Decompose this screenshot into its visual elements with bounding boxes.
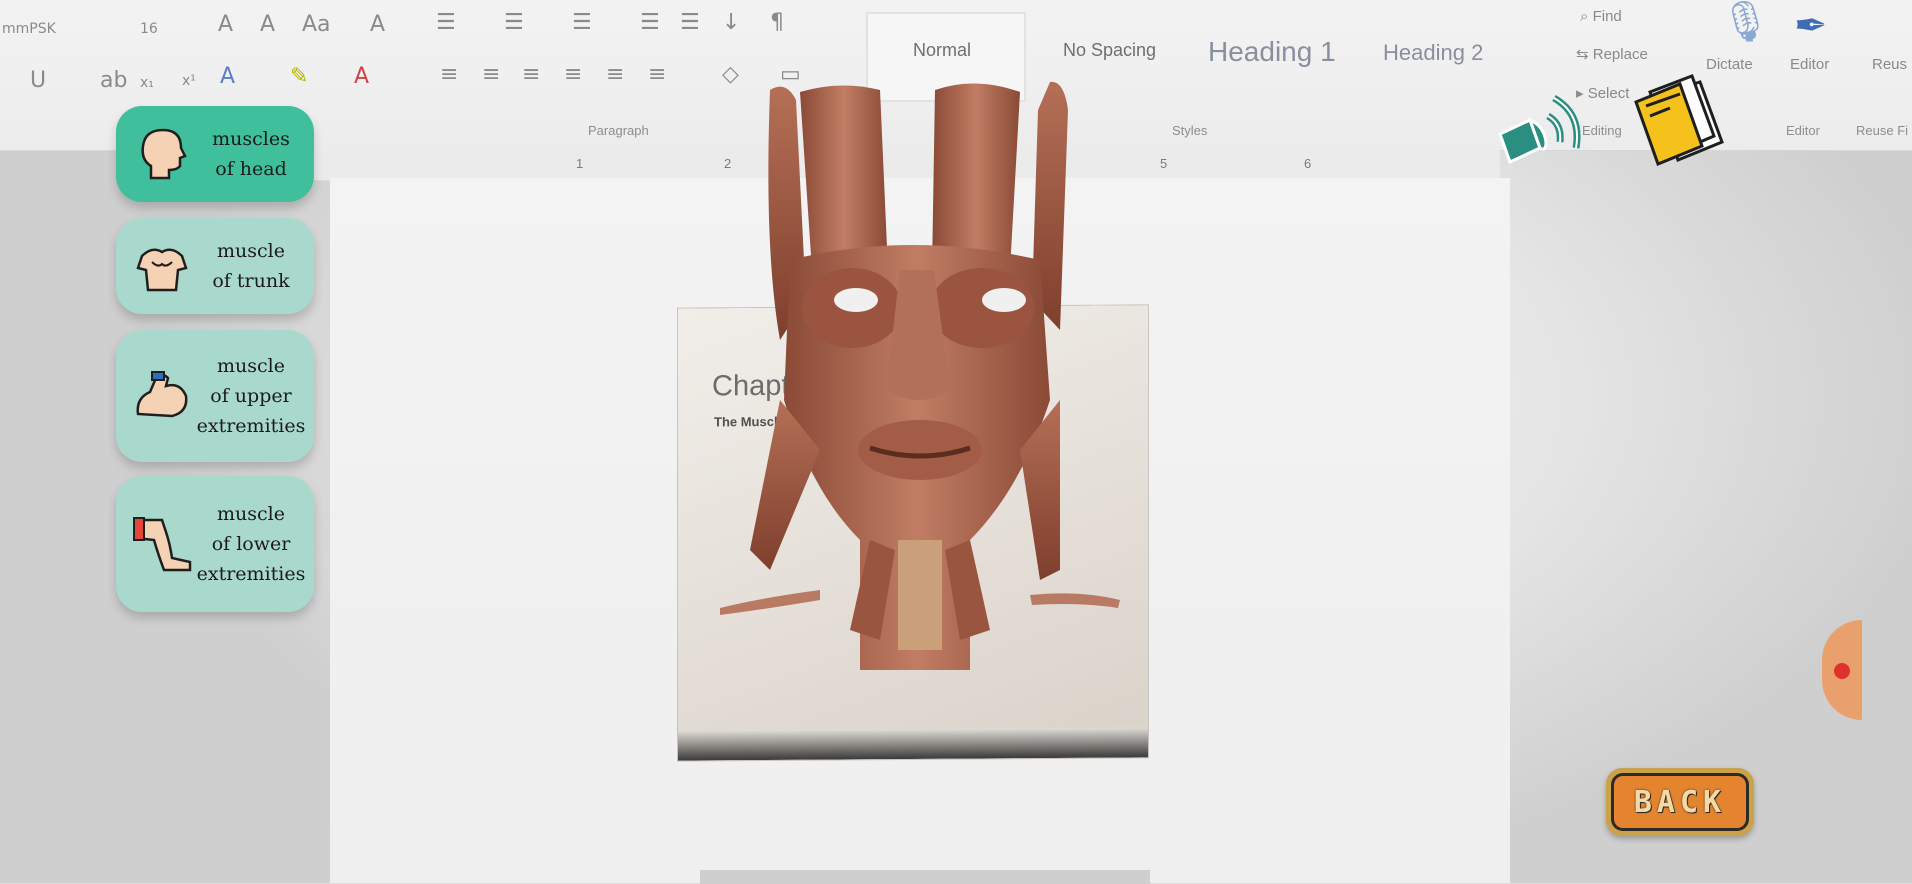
align-right-icon: ≡: [522, 62, 541, 87]
style-normal: Normal: [913, 40, 972, 60]
menu-muscle-of-trunk[interactable]: muscle of trunk: [116, 218, 314, 314]
font-color-icon: A: [354, 64, 370, 89]
target-shadow: [678, 727, 1148, 761]
right-eye-socket: [982, 288, 1026, 312]
paragraph-group-label: Paragraph: [588, 123, 649, 138]
menu-label-line1: muscle: [217, 503, 285, 525]
menu-label: muscle of trunk: [194, 236, 314, 296]
ruler-number: 5: [1160, 156, 1168, 171]
sort-icon: ↓: [722, 10, 741, 35]
menu-muscles-of-head[interactable]: muscles of head: [116, 106, 314, 202]
shrink-font-icon: A: [260, 12, 276, 37]
menu-label-line3: extremities: [196, 563, 306, 585]
menu-label-line2: of trunk: [212, 270, 290, 292]
menu-label: muscle of upper extremities: [194, 351, 314, 441]
menu-muscle-of-lower-extremities[interactable]: muscle of lower extremities: [116, 476, 314, 612]
show-formatting-icon: ¶: [770, 10, 784, 35]
grow-font-icon: A: [218, 12, 234, 37]
leg-icon: [130, 512, 194, 576]
replace-label: ⇆ Replace: [1576, 46, 1648, 63]
next-page-edge: [700, 870, 1150, 884]
head-icon: [130, 122, 194, 186]
justify-icon: ≡: [564, 62, 583, 87]
increase-indent-icon: ☰: [680, 10, 700, 35]
style-no-spacing: No Spacing: [1063, 40, 1157, 60]
book-icon: [1634, 74, 1724, 166]
editor-pen-icon: ✒: [1794, 3, 1828, 49]
microphone-icon: 🎙: [1720, 0, 1771, 45]
ruler-number: 6: [1304, 156, 1312, 171]
speaker-sound-icon: [1498, 94, 1581, 165]
subscript-icon: x₁: [140, 75, 154, 91]
strikethrough-icon: ab: [100, 68, 128, 93]
styles-group-label: Styles: [1172, 123, 1208, 138]
change-case-icon: Aa: [302, 12, 331, 37]
line-spacing-icon: ≡: [648, 62, 667, 87]
menu-label: muscles of head: [194, 124, 314, 184]
arm-icon: [130, 364, 194, 428]
torso-icon: [130, 234, 194, 298]
record-dot-icon: [1834, 663, 1850, 679]
ruler-number: 1: [576, 156, 584, 171]
editor-group-label: Editor: [1786, 123, 1820, 138]
menu-label-line2: of upper: [210, 385, 292, 407]
multilevel-list-icon: ☰: [572, 10, 592, 35]
font-name-box: mmPSK: [2, 21, 56, 37]
left-neck-strand: [720, 590, 820, 615]
menu-label-line2: of head: [215, 158, 287, 180]
reuse-group-label: Reuse Fi: [1856, 123, 1909, 138]
clear-formatting-icon: A: [370, 12, 386, 37]
distributed-icon: ≡: [606, 62, 625, 87]
highlight-icon: ✎: [290, 64, 309, 89]
align-center-icon: ≡: [482, 62, 501, 87]
replace-text: Replace: [1592, 46, 1648, 63]
find-label: ⌕ Find: [1580, 8, 1622, 25]
menu-label-line2: of lower: [211, 533, 291, 555]
menu-label-line1: muscle: [217, 355, 285, 377]
head-muscle-3d-model[interactable]: [720, 70, 1140, 700]
menu-label-line1: muscles: [212, 128, 290, 150]
style-heading-1: Heading 1: [1208, 36, 1336, 67]
underline-icon: U: [30, 68, 47, 93]
menu-label-line1: muscle: [217, 240, 285, 262]
back-button-label: BACK: [1633, 784, 1727, 820]
back-button-face: BACK: [1611, 773, 1749, 831]
numbering-icon: ☰: [504, 10, 524, 35]
font-size-box: 16: [140, 21, 158, 37]
align-left-icon: ≡: [440, 62, 459, 87]
menu-muscle-of-upper-extremities[interactable]: muscle of upper extremities: [116, 330, 314, 462]
menu-label: muscle of lower extremities: [194, 499, 314, 589]
dictate-label: Dictate: [1706, 56, 1753, 73]
text-effects-icon: A: [220, 64, 236, 89]
reuse-files-label: Reus Fil: [1872, 56, 1912, 73]
book-button[interactable]: [1630, 72, 1728, 172]
superscript-icon: x¹: [182, 73, 196, 89]
back-button[interactable]: BACK: [1606, 768, 1754, 836]
editor-label: Editor: [1790, 56, 1830, 73]
bullets-icon: ☰: [436, 10, 456, 35]
menu-label-line3: extremities: [196, 415, 306, 437]
decrease-indent-icon: ☰: [640, 10, 660, 35]
left-eye-socket: [834, 288, 878, 312]
style-heading-2: Heading 2: [1383, 40, 1484, 65]
trachea: [898, 540, 942, 650]
right-neck-strand: [1030, 593, 1120, 608]
audio-button[interactable]: [1496, 86, 1596, 176]
find-text: Find: [1592, 8, 1622, 25]
